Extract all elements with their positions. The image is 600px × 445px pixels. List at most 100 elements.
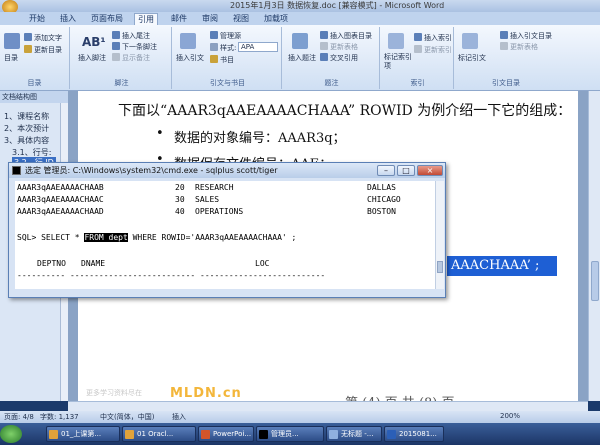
insert-endnote-button[interactable]: 插入尾注 xyxy=(112,31,150,41)
update-index-button[interactable]: 更新索引 xyxy=(414,45,452,55)
result-dname: OPERATIONS xyxy=(195,207,244,216)
taskbar-item[interactable]: 无标题 -... xyxy=(326,426,382,442)
tab-references[interactable]: 引用 xyxy=(134,13,158,25)
tab-home[interactable]: 开始 xyxy=(26,13,48,25)
insert-index-icon xyxy=(414,33,422,41)
bullet-icon: • xyxy=(156,126,164,141)
update-toc-button[interactable]: 更新目录 xyxy=(24,45,62,55)
result-dname: RESEARCH xyxy=(195,183,234,192)
group-label-index: 索引 xyxy=(410,79,425,87)
result-dname: SALES xyxy=(195,195,220,204)
group-label-citations: 引文与书目 xyxy=(210,79,245,87)
insert-citation-button[interactable]: 插入引文 xyxy=(176,53,204,63)
update-table-button[interactable]: 更新表格 xyxy=(320,42,358,52)
cmd-scroll-thumb[interactable] xyxy=(437,261,443,273)
column-header-dname: DNAME xyxy=(81,259,106,268)
result-deptno: 20 xyxy=(175,183,185,192)
update-toa-button[interactable]: 更新表格 xyxy=(500,42,538,52)
toc-button[interactable]: 目录 xyxy=(4,53,18,63)
style-icon xyxy=(210,43,218,51)
insert-table-of-figures-button[interactable]: 插入图表目录 xyxy=(320,31,372,41)
insert-caption-button[interactable]: 插入题注 xyxy=(288,53,316,63)
footnote-ab-icon: AB¹ xyxy=(82,35,106,49)
window-title: 2015年1月3日 数据恢复.doc [兼容模式] - Microsoft Wo… xyxy=(230,1,445,10)
scroll-thumb[interactable] xyxy=(591,261,599,301)
taskbar-item[interactable]: 管理员... xyxy=(256,426,324,442)
taskbar-item[interactable]: PowerPoi... xyxy=(198,426,254,442)
console-output[interactable]: AAAR3qAAEAAAACHAAB 20 RESEARCH DALLAS AA… xyxy=(15,181,435,289)
taskbar-item[interactable]: 01 Oracl... xyxy=(122,426,196,442)
update-table-icon xyxy=(320,42,328,50)
document-map-header: 文档结构图 xyxy=(0,91,68,103)
result-row: AAAR3qAAEAAAACHAAB xyxy=(17,183,104,192)
taskbar-item[interactable]: 01_上课第... xyxy=(46,426,120,442)
cross-reference-button[interactable]: 交叉引用 xyxy=(320,53,358,63)
status-words[interactable]: 字数: 1,137 xyxy=(40,412,79,422)
status-language[interactable]: 中文(简体，中国) xyxy=(100,412,154,422)
tab-page-layout[interactable]: 页面布局 xyxy=(88,13,126,25)
next-footnote-button[interactable]: 下一条脚注 xyxy=(112,42,157,52)
result-row: AAAR3qAAEAAAACHAAC xyxy=(17,195,104,204)
style-select[interactable]: APA xyxy=(238,42,278,52)
group-citations: 插入引文 管理源 样式: APA 书目 引文与书目 xyxy=(174,27,282,89)
cmd-icon xyxy=(259,430,268,439)
word-icon xyxy=(387,430,396,439)
cmd-scrollbar[interactable] xyxy=(435,181,444,289)
result-loc: BOSTON xyxy=(367,207,396,216)
insert-toa-button[interactable]: 插入引文目录 xyxy=(500,31,552,41)
status-mode[interactable]: 插入 xyxy=(172,412,186,422)
group-captions: 插入题注 插入图表目录 更新表格 交叉引用 题注 xyxy=(284,27,380,89)
title-bar: 2015年1月3日 数据恢复.doc [兼容模式] - Microsoft Wo… xyxy=(0,0,600,14)
mark-entry-icon xyxy=(388,33,404,49)
taskbar: 01_上课第... 01 Oracl... PowerPoi... 管理员...… xyxy=(0,423,600,445)
doc-bullet-object-number: 数据的对象编号：AAAR3q； xyxy=(174,131,346,146)
tab-addins[interactable]: 加载项 xyxy=(261,13,291,25)
insert-citation-icon xyxy=(180,33,196,49)
vertical-scrollbar[interactable] xyxy=(588,91,600,401)
group-index: 标记索引项 插入索引 更新索引 索引 xyxy=(382,27,454,89)
toc-icon xyxy=(4,33,20,49)
bibliography-icon xyxy=(210,55,218,63)
horizontal-scrollbar[interactable] xyxy=(68,401,588,411)
show-notes-button[interactable]: 显示备注 xyxy=(112,53,150,63)
maximize-button[interactable]: □ xyxy=(397,165,415,176)
status-zoom[interactable]: 200% xyxy=(500,412,520,420)
bibliography-button[interactable]: 书目 xyxy=(210,55,234,65)
manage-sources-button[interactable]: 管理源 xyxy=(210,31,241,41)
tab-view[interactable]: 视图 xyxy=(230,13,252,25)
tab-review[interactable]: 审阅 xyxy=(199,13,221,25)
taskbar-item[interactable]: 2015081... xyxy=(384,426,444,442)
mark-citation-button[interactable]: 标记引文 xyxy=(458,53,486,63)
group-label-toc: 目录 xyxy=(27,79,42,87)
folder-icon xyxy=(125,430,134,439)
nav-item-course-name[interactable]: 1、课程名称 xyxy=(4,111,49,122)
insert-index-button[interactable]: 插入索引 xyxy=(414,33,452,43)
result-row: AAAR3qAAEAAAACHAAD xyxy=(17,207,104,216)
watermark-logo: MLDN.cn xyxy=(170,386,242,401)
nav-item-content[interactable]: 3、具体内容 xyxy=(4,135,49,146)
ribbon-tabs: 开始 插入 页面布局 引用 邮件 审阅 视图 加载项 xyxy=(0,12,600,25)
update-index-icon xyxy=(414,45,422,53)
tab-mailings[interactable]: 邮件 xyxy=(168,13,190,25)
mark-entry-button[interactable]: 标记索引项 xyxy=(384,53,414,71)
start-button[interactable] xyxy=(0,425,22,443)
manage-sources-icon xyxy=(210,31,218,39)
insert-footnote-button[interactable]: 插入脚注 xyxy=(78,53,106,63)
close-button[interactable]: × xyxy=(417,165,443,176)
watermark-caption: 更多学习资料尽在 xyxy=(86,389,142,397)
cmd-window[interactable]: 选定 管理员: C:\Windows\system32\cmd.exe - sq… xyxy=(8,162,446,298)
result-deptno: 40 xyxy=(175,207,185,216)
cmd-title-bar[interactable]: 选定 管理员: C:\Windows\system32\cmd.exe - sq… xyxy=(9,163,445,178)
result-loc: CHICAGO xyxy=(367,195,401,204)
group-toc: 目录 添加文字 更新目录 目录 xyxy=(0,27,70,89)
add-text-button[interactable]: 添加文字 xyxy=(24,33,62,43)
insert-caption-icon xyxy=(292,33,308,49)
nav-item-plan[interactable]: 2、本次预计 xyxy=(4,123,49,134)
sql-selection: FROM dept xyxy=(84,233,128,242)
status-bar: 页面: 4/8 字数: 1,137 中文(简体，中国) 插入 200% xyxy=(0,411,600,423)
group-label-toa: 引文目录 xyxy=(492,79,520,87)
minimize-button[interactable]: – xyxy=(377,165,395,176)
group-toa: 标记引文 插入引文目录 更新表格 引文目录 xyxy=(456,27,556,89)
status-page[interactable]: 页面: 4/8 xyxy=(4,412,34,422)
tab-insert[interactable]: 插入 xyxy=(57,13,79,25)
